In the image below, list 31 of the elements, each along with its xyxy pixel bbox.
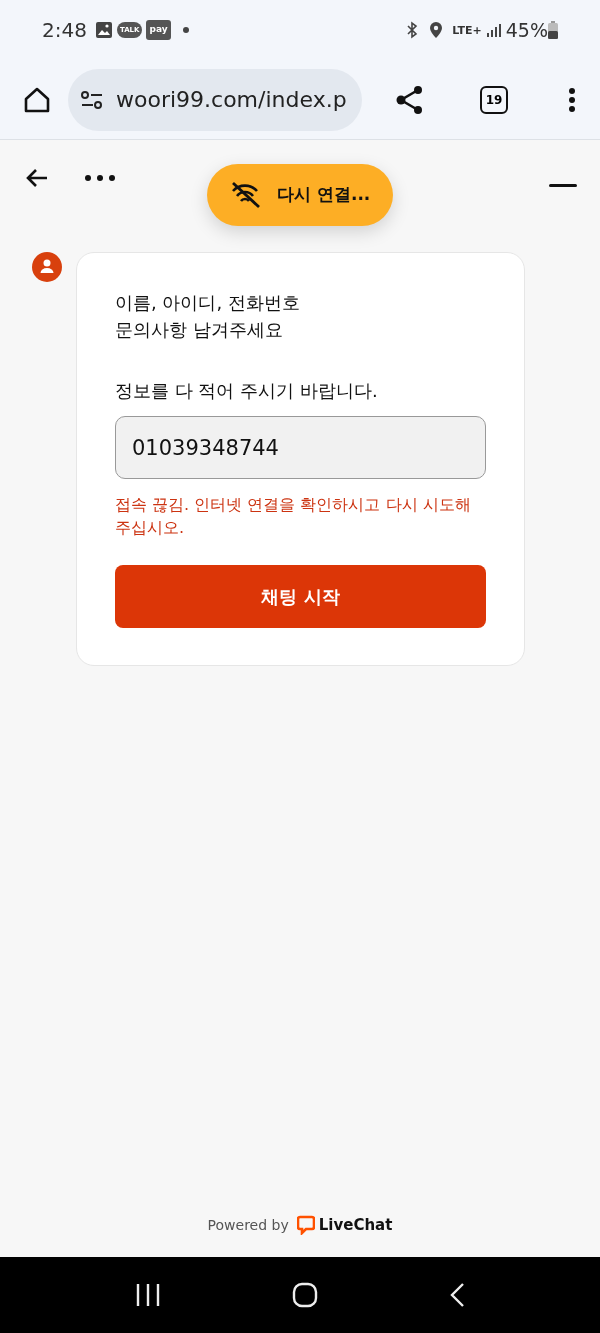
pay-badge: pay	[146, 20, 171, 40]
chat-bubble-icon	[296, 1215, 315, 1235]
field-label: 정보를 다 적어 주시기 바랍니다.	[115, 379, 379, 403]
image-icon	[94, 21, 113, 39]
home-button-icon[interactable]	[292, 1282, 318, 1308]
error-message: 접속 끊김. 인터넷 연결을 확인하시고 다시 시도해 주십시오.	[115, 494, 472, 539]
wifi-off-icon	[229, 181, 261, 209]
tab-count[interactable]: 19	[480, 85, 508, 114]
back-button-icon[interactable]	[448, 1282, 465, 1308]
more-icon[interactable]	[84, 173, 116, 182]
start-chat-button[interactable]: 채팅 시작	[115, 565, 486, 628]
menu-icon[interactable]	[568, 86, 576, 113]
battery-icon	[548, 21, 558, 39]
reconnect-toast: 다시 연결...	[207, 164, 393, 226]
network-label: LTE+	[452, 24, 482, 36]
prompt-text: 이름, 아이디, 전화번호 문의사항 남겨주세요	[115, 291, 301, 342]
info-field[interactable]: 01039348744	[115, 416, 486, 479]
avatar-icon	[32, 252, 62, 282]
clock: 2:48	[42, 17, 87, 44]
location-icon	[428, 21, 445, 39]
back-icon[interactable]	[25, 167, 49, 188]
recent-apps-icon[interactable]	[135, 1283, 162, 1307]
site-settings-icon[interactable]	[80, 89, 104, 110]
powered-by-text: Powered by	[207, 1215, 289, 1235]
minimize-icon[interactable]	[549, 183, 577, 188]
dot-icon	[182, 27, 189, 33]
url-text: woori99.com/index.p	[116, 86, 347, 114]
battery-percent: 45%	[505, 17, 548, 43]
signal-icon	[485, 22, 502, 38]
brand-name: LiveChat	[318, 1214, 393, 1236]
address-bar[interactable]: woori99.com/index.p	[68, 68, 362, 131]
